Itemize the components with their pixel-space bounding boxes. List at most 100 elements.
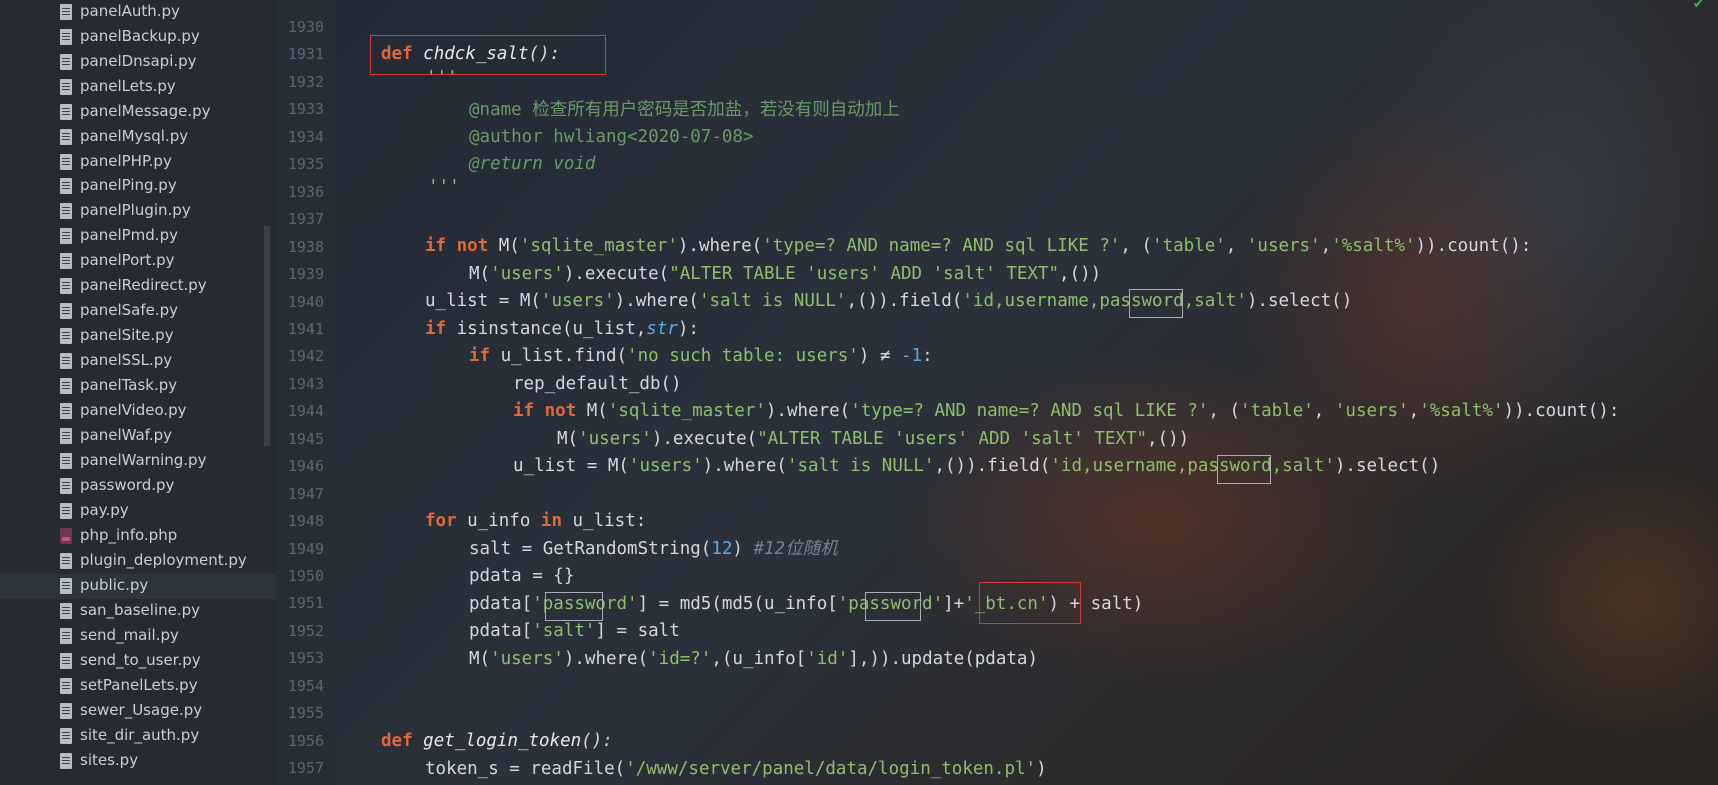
line-number: 1939: [287, 265, 324, 283]
line-number: 1952: [287, 622, 324, 640]
line-number: 1948: [287, 512, 324, 530]
file-item[interactable]: panelMysql.py: [0, 125, 276, 150]
file-tree-sidebar: panelAuth.py panelBackup.py panelDnsapi.py…: [0, 0, 276, 785]
file-item-label: public.py: [80, 576, 149, 594]
file-item-label: pay.py: [80, 501, 129, 519]
file-icon: [60, 129, 72, 145]
file-item[interactable]: site_dir_auth.py: [0, 724, 276, 749]
file-item[interactable]: panelRedirect.py: [0, 274, 276, 299]
file-item[interactable]: panelSSL.py: [0, 349, 276, 374]
line-number: 1946: [287, 457, 324, 475]
line-number: 1949: [287, 540, 324, 558]
file-item[interactable]: setPanelLets.py: [0, 674, 276, 699]
file-icon: [60, 453, 72, 469]
file-item-label: panelRedirect.py: [80, 276, 207, 294]
file-icon: [60, 678, 72, 694]
file-icon: [60, 29, 72, 45]
highlight-box-password-1: [1129, 289, 1183, 318]
line-number: 1932: [287, 73, 324, 91]
file-item-label: panelSite.py: [80, 326, 174, 344]
file-item[interactable]: panelTask.py: [0, 374, 276, 399]
line-number: 1937: [287, 210, 324, 228]
file-item-label: php_info.php: [80, 526, 178, 544]
file-item[interactable]: panelVideo.py: [0, 399, 276, 424]
file-item-label: panelSSL.py: [80, 351, 173, 369]
code-line-1941: if isinstance(u_list,str):: [425, 319, 699, 339]
file-item-label: site_dir_auth.py: [80, 726, 200, 744]
line-number: 1940: [287, 293, 324, 311]
check-mark-icon: ✔: [1693, 0, 1704, 12]
file-item[interactable]: sites.py: [0, 749, 276, 774]
file-item-label: panelMessage.py: [80, 102, 211, 120]
file-item-label: sewer_Usage.py: [80, 701, 203, 719]
file-item-label: panelPlugin.py: [80, 201, 191, 219]
file-item[interactable]: panelSite.py: [0, 324, 276, 349]
line-number: 1934: [287, 128, 324, 146]
highlight-box-password-4: [865, 592, 921, 621]
file-item-label: panelPort.py: [80, 251, 175, 269]
file-item[interactable]: php_info.php: [0, 524, 276, 549]
file-item[interactable]: panelAuth.py: [0, 0, 276, 25]
file-item[interactable]: panelSafe.py: [0, 299, 276, 324]
code-line-1944: if not M('sqlite_master').where('type=? …: [513, 401, 1620, 421]
file-item-label: send_to_user.py: [80, 651, 201, 669]
line-number: 1941: [287, 320, 324, 338]
file-item[interactable]: send_mail.py: [0, 624, 276, 649]
code-line-1956: def get_login_token():: [381, 731, 613, 751]
file-item-label: panelTask.py: [80, 376, 178, 394]
file-item[interactable]: plugin_deployment.py: [0, 549, 276, 574]
line-number: 1945: [287, 430, 324, 448]
file-item[interactable]: panelMessage.py: [0, 100, 276, 125]
file-item[interactable]: panelPort.py: [0, 249, 276, 274]
line-number: 1930: [287, 18, 324, 36]
file-item-label: panelDnsapi.py: [80, 52, 197, 70]
line-number: 1942: [287, 347, 324, 365]
code-line-1942: if u_list.find('no such table: users') ≠…: [469, 346, 933, 366]
file-item[interactable]: send_to_user.py: [0, 649, 276, 674]
code-line-1938: if not M('sqlite_master').where('type=? …: [425, 236, 1532, 256]
file-item[interactable]: pay.py: [0, 499, 276, 524]
line-number: 1931: [287, 45, 324, 63]
file-item[interactable]: panelPlugin.py: [0, 199, 276, 224]
file-item[interactable]: san_baseline.py: [0, 599, 276, 624]
file-item-label: send_mail.py: [80, 626, 179, 644]
file-item[interactable]: panelLets.py: [0, 75, 276, 100]
file-item-label: panelPmd.py: [80, 226, 178, 244]
line-number: 1954: [287, 677, 324, 695]
line-number: 1933: [287, 100, 324, 118]
code-line-1934: @author hwliang<2020-07-08>: [469, 127, 754, 147]
line-number: 1944: [287, 402, 324, 420]
file-item[interactable]: panelWarning.py: [0, 449, 276, 474]
file-icon: [60, 378, 72, 394]
code-line-1943: rep_default_db(): [513, 374, 682, 394]
file-item[interactable]: panelBackup.py: [0, 25, 276, 50]
file-item-label: panelVideo.py: [80, 401, 187, 419]
file-icon: [60, 253, 72, 269]
file-icon: [60, 503, 72, 519]
file-item[interactable]: panelDnsapi.py: [0, 50, 276, 75]
file-item-label: panelSafe.py: [80, 301, 179, 319]
line-number: 1943: [287, 375, 324, 393]
file-icon: [60, 753, 72, 769]
file-item[interactable]: panelWaf.py: [0, 424, 276, 449]
code-line-1948: for u_info in u_list:: [425, 511, 647, 531]
file-icon: [60, 353, 72, 369]
file-icon: [60, 178, 72, 194]
file-item-label: panelWaf.py: [80, 426, 173, 444]
file-item[interactable]: public.py: [0, 574, 276, 599]
file-item-label: plugin_deployment.py: [80, 551, 247, 569]
file-icon: [60, 603, 72, 619]
code-line-1939: M('users').execute("ALTER TABLE 'users' …: [469, 264, 1102, 284]
file-item[interactable]: panelPing.py: [0, 174, 276, 199]
file-icon: [60, 478, 72, 494]
file-item-label: password.py: [80, 476, 175, 494]
code-line-1952: pdata['salt'] = salt: [469, 621, 680, 641]
sidebar-scrollbar[interactable]: [264, 226, 270, 446]
code-line-1935: @return void: [469, 154, 596, 174]
file-item[interactable]: sewer_Usage.py: [0, 699, 276, 724]
file-item[interactable]: panelPHP.py: [0, 150, 276, 175]
file-item[interactable]: panelPmd.py: [0, 224, 276, 249]
file-icon: [60, 154, 72, 170]
file-item[interactable]: password.py: [0, 474, 276, 499]
highlight-box-salt-string: [979, 582, 1081, 624]
